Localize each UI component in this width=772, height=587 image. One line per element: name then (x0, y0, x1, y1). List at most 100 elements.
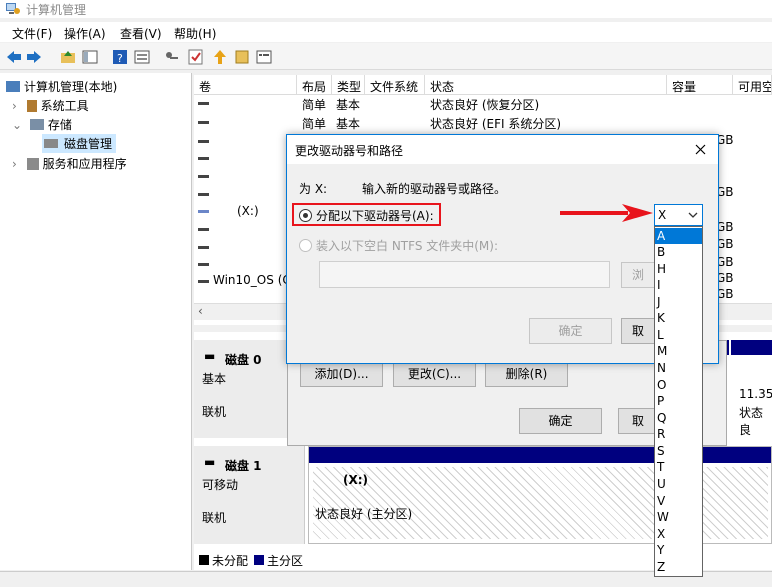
drive-option-t[interactable]: T (655, 459, 702, 475)
col-header-volume[interactable]: 卷 (194, 75, 297, 95)
storage-icon (29, 119, 44, 130)
list-icon[interactable] (256, 49, 272, 65)
drive-letter-select[interactable]: X (654, 204, 703, 226)
toolbar: ? (0, 43, 772, 70)
show-tree-icon[interactable] (82, 49, 98, 65)
drive-option-q[interactable]: Q (655, 410, 702, 426)
chevron-down-icon[interactable] (688, 212, 698, 219)
drive-option-w[interactable]: W (655, 509, 702, 525)
col-header-type[interactable]: 类型 (332, 75, 365, 95)
check-icon[interactable] (188, 49, 204, 65)
chevron-right-icon[interactable]: › (12, 99, 17, 113)
unallocated-swatch (199, 555, 209, 565)
menu-help[interactable]: 帮助(H) (174, 25, 216, 42)
help-icon[interactable]: ? (112, 49, 128, 65)
mount-folder-radio[interactable] (299, 239, 312, 252)
drive-option-o[interactable]: O (655, 377, 702, 393)
red-arrow-icon (560, 204, 653, 222)
tree-item-disk-management[interactable]: 磁盘管理 (42, 134, 117, 153)
browse-button[interactable]: 浏 (621, 262, 655, 288)
tree-item-system-tools[interactable]: › 系统工具 (12, 97, 89, 114)
volume-icon (198, 102, 209, 105)
dialog-prompt: 输入新的驱动器号或路径。 (362, 182, 507, 196)
scroll-left-icon[interactable]: ‹ (198, 304, 203, 318)
drive-option-z[interactable]: Z (655, 559, 702, 575)
add-button[interactable]: 添加(D)... (300, 361, 383, 387)
drive-option-m[interactable]: M (655, 343, 702, 359)
stop-icon[interactable] (234, 49, 250, 65)
dialog-cancel-button[interactable]: 取 (621, 318, 655, 344)
disk-icon (44, 139, 58, 148)
window-title: 计算机管理 (26, 3, 87, 17)
tools-icon (26, 100, 37, 112)
chevron-right-icon[interactable]: › (12, 157, 17, 171)
dialog-ok-button[interactable]: 确定 (529, 318, 612, 344)
mount-folder-label[interactable]: 装入以下空白 NTFS 文件夹中(M): (316, 237, 498, 254)
up-folder-icon[interactable] (60, 49, 76, 65)
dialog-titlebar: 更改驱动器号和路径 (287, 135, 718, 164)
volume-icon (198, 157, 209, 160)
menu-file[interactable]: 文件(F) (12, 25, 52, 42)
arrow-up-icon[interactable] (212, 49, 228, 65)
properties-icon[interactable] (134, 49, 150, 65)
legend-unallocated: 未分配 (212, 554, 249, 568)
col-header-layout[interactable]: 布局 (297, 75, 332, 95)
computer-management-icon (6, 3, 20, 14)
parent-ok-button[interactable]: 确定 (519, 408, 602, 434)
drive-option-j[interactable]: J (655, 294, 702, 310)
col-header-capacity[interactable]: 容量 (667, 75, 733, 95)
chevron-down-icon[interactable]: ⌄ (12, 118, 22, 132)
key-icon[interactable] (164, 49, 180, 65)
volume-icon (198, 121, 209, 124)
tree-item-services[interactable]: › 服务和应用程序 (12, 155, 127, 172)
disk0-partition-right[interactable]: 11.35 状态良 (731, 340, 772, 438)
back-arrow-icon[interactable] (6, 49, 22, 65)
mount-path-input[interactable] (319, 261, 610, 288)
parent-cancel-button[interactable]: 取 (618, 408, 658, 434)
svg-text:?: ? (117, 52, 123, 65)
drive-option-v[interactable]: V (655, 493, 702, 509)
remove-button[interactable]: 删除(R) (485, 361, 568, 387)
drive-option-i[interactable]: I (655, 277, 702, 293)
drive-option-u[interactable]: U (655, 476, 702, 492)
forward-arrow-icon[interactable] (26, 49, 42, 65)
volume-icon (198, 280, 209, 283)
drive-option-k[interactable]: K (655, 310, 702, 326)
volume-icon (198, 140, 209, 143)
change-button[interactable]: 更改(C)... (393, 361, 476, 387)
disk-icon: ▬ (204, 349, 216, 363)
menu-view[interactable]: 查看(V) (120, 25, 162, 42)
col-header-status[interactable]: 状态 (425, 75, 667, 95)
drive-option-y[interactable]: Y (655, 542, 702, 558)
navigation-tree: 计算机管理(本地) › 系统工具 ⌄ 存储 磁盘管理 › 服务和应用程序 (0, 73, 192, 570)
window-titlebar: 计算机管理 (0, 0, 772, 18)
dialog-title: 更改驱动器号和路径 (295, 144, 404, 158)
drive-option-s[interactable]: S (655, 443, 702, 459)
col-header-free[interactable]: 可用空 (733, 75, 772, 95)
volume-icon (198, 228, 209, 231)
drive-option-a[interactable]: A (655, 228, 702, 244)
tree-root[interactable]: 计算机管理(本地) (6, 78, 117, 95)
menu-action[interactable]: 操作(A) (64, 25, 106, 42)
volume-icon (198, 210, 209, 213)
col-header-filesystem[interactable]: 文件系统 (365, 75, 425, 95)
highlight-box (292, 203, 441, 226)
drive-option-p[interactable]: P (655, 393, 702, 409)
close-icon[interactable] (695, 144, 706, 155)
volume-icon (198, 193, 209, 196)
drive-option-x[interactable]: X (655, 526, 702, 542)
drive-letter-dropdown: A B H I J K L M N O P Q R S T U V W X Y … (654, 226, 703, 577)
disk1-label[interactable]: ▬ 磁盘 1 可移动 联机 (194, 446, 305, 544)
drive-option-r[interactable]: R (655, 426, 702, 442)
volume-icon (198, 246, 209, 249)
drive-option-b[interactable]: B (655, 244, 702, 260)
for-volume-label: 为 X: (299, 182, 328, 196)
drive-option-n[interactable]: N (655, 360, 702, 376)
primary-swatch (254, 555, 264, 565)
drive-option-h[interactable]: H (655, 261, 702, 277)
volume-icon (198, 175, 209, 178)
disk-icon: ▬ (204, 455, 216, 469)
drive-option-l[interactable]: L (655, 327, 702, 343)
tree-item-storage[interactable]: ⌄ 存储 (12, 116, 72, 133)
computer-icon (6, 81, 20, 92)
